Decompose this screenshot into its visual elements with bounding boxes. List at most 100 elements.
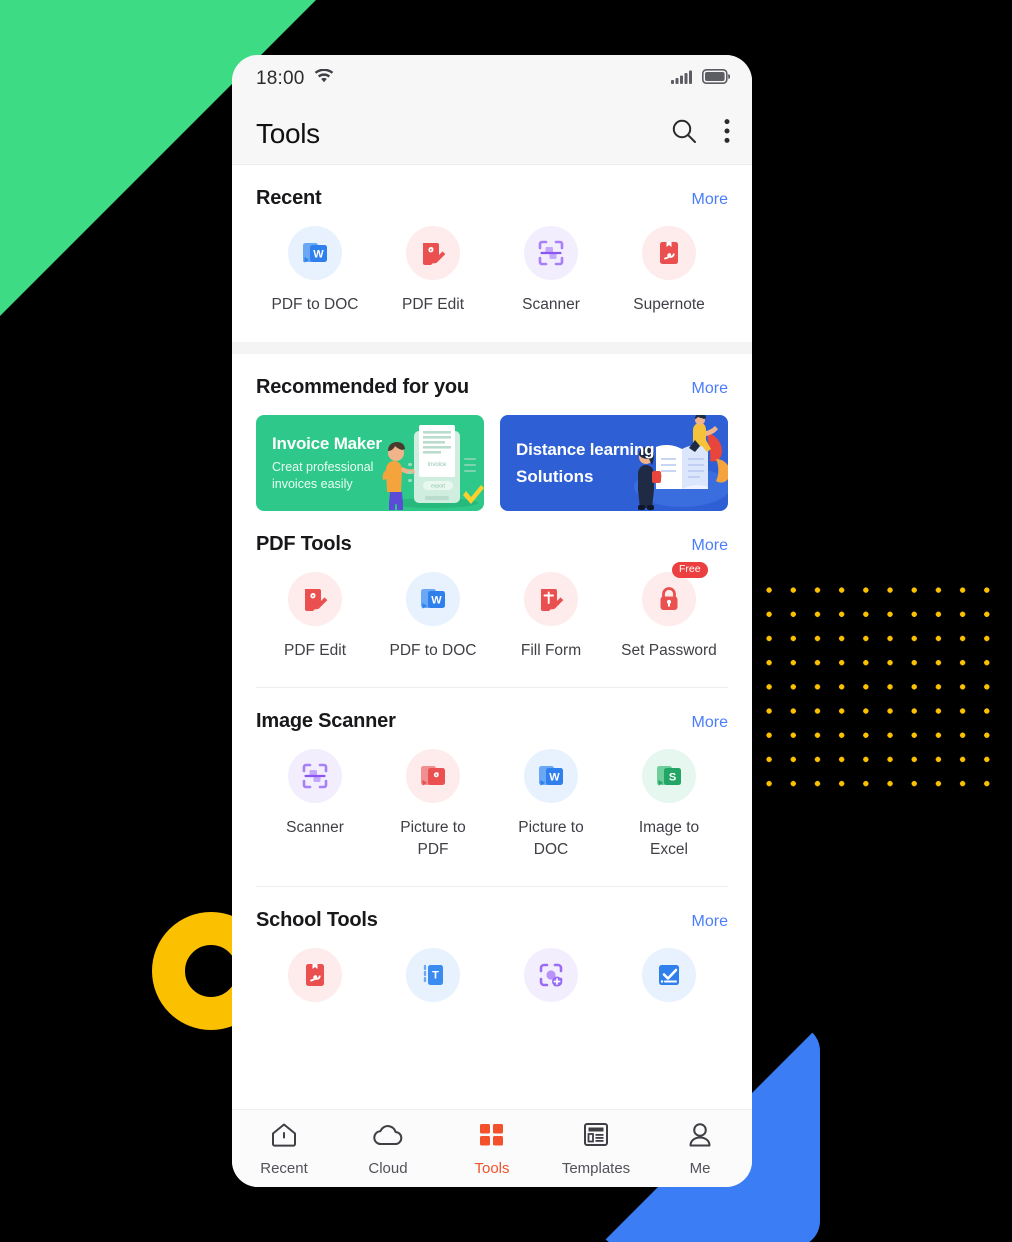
scanner-icon: [288, 748, 342, 803]
text-recognition-icon: T: [406, 947, 460, 1002]
page-title: Tools: [256, 117, 320, 149]
svg-text:W: W: [313, 248, 324, 260]
phone-mockup: 18:00 Tools Recent More W PDF to DOC PDF…: [232, 55, 752, 1187]
supernote-icon: [642, 226, 696, 280]
section-recommended: Recommended for you More Invoice Maker C…: [232, 354, 752, 512]
nav-item-label: Templates: [561, 1159, 631, 1177]
tools-scroll-area[interactable]: Recent More W PDF to DOC PDF Edit Scanne…: [232, 165, 752, 1109]
pdf-to-doc-icon: W: [406, 572, 460, 627]
pdf-to-doc-icon: W: [288, 226, 342, 280]
tool-tile-pdf-to-doc[interactable]: W PDF to DOC: [374, 572, 492, 662]
svg-text:W: W: [549, 771, 560, 783]
nav-item-label: Tools: [474, 1159, 510, 1177]
section-pdf-tools: PDF Tools More PDF Edit W PDF to DOC Fil…: [232, 511, 752, 662]
tool-tile-label: Scanner: [522, 296, 580, 313]
grid-icon: [478, 1121, 506, 1153]
person-icon: [686, 1121, 714, 1153]
banner-subtitle: Creat professional invoices easily: [272, 460, 374, 491]
status-bar: 18:00: [232, 55, 752, 103]
image-to-excel-icon: S: [642, 748, 696, 803]
section-separator-band: [232, 342, 752, 355]
tool-tile-supernote[interactable]: [256, 947, 374, 1016]
section-title: Recommended for you: [256, 376, 469, 399]
yellow-dot-grid-decoration: [757, 578, 1002, 788]
more-link-image-scanner[interactable]: More: [692, 714, 728, 732]
fill-form-icon: [524, 572, 578, 627]
tool-tile-scanner[interactable]: Scanner: [256, 748, 374, 862]
tile-grid-image-scanner: Scanner Picture to PDF W Picture to DOC …: [256, 748, 728, 862]
tool-tile-label: Picture to PDF: [400, 818, 466, 859]
banner-distance-learning[interactable]: Distance learning Solutions: [500, 415, 728, 512]
banner-title: Distance learning: [516, 439, 655, 459]
section-header-school-tools: School Tools More: [256, 887, 728, 932]
lock-icon: Free: [642, 562, 708, 627]
tool-tile-label: PDF to DOC: [389, 642, 477, 660]
section-school-tools: School Tools More T: [232, 887, 752, 1016]
tool-tile-scan-translate[interactable]: [492, 947, 610, 1016]
tool-tile-label: PDF Edit: [401, 296, 464, 313]
templates-icon: [581, 1121, 611, 1153]
pdf-edit-icon: [406, 226, 460, 280]
tool-tile-label: Set Password: [621, 642, 717, 660]
banner-row: Invoice Maker Creat professional invoice…: [256, 415, 728, 512]
scanner-icon: [524, 226, 578, 280]
banner-title-secondary: Solutions: [516, 466, 594, 486]
section-title: Image Scanner: [256, 709, 396, 732]
status-time: 18:00: [256, 68, 305, 89]
tool-tile-scanner[interactable]: Scanner: [492, 226, 610, 316]
tool-tile-pdf-edit[interactable]: PDF Edit: [374, 226, 492, 316]
section-header-recommended: Recommended for you More: [256, 354, 728, 399]
svg-text:T: T: [432, 969, 439, 981]
section-header-recent: Recent More: [256, 165, 728, 210]
nav-item-me[interactable]: Me: [648, 1121, 752, 1177]
tool-tile-pdf-edit[interactable]: PDF Edit: [256, 572, 374, 662]
tool-tile-image-to-excel[interactable]: S Image to Excel: [610, 748, 728, 862]
search-icon[interactable]: [670, 117, 698, 150]
svg-text:W: W: [431, 595, 442, 607]
nav-item-tools[interactable]: Tools: [440, 1121, 544, 1177]
section-image-scanner: Image Scanner More Scanner Picture to PD…: [232, 688, 752, 862]
more-link-school-tools[interactable]: More: [692, 913, 728, 931]
tool-tile-picture-to-doc[interactable]: W Picture to DOC: [492, 748, 610, 862]
more-link-pdf-tools[interactable]: More: [692, 537, 728, 555]
distance-learning-illustration: [612, 415, 728, 511]
more-link-recent[interactable]: More: [692, 191, 728, 209]
picture-to-pdf-icon: [406, 748, 460, 803]
bottom-navigation: Recent Cloud Tools Templates Me: [232, 1109, 752, 1187]
more-link-recommended[interactable]: More: [692, 380, 728, 398]
nav-item-label: Recent: [260, 1159, 308, 1177]
tool-tile-text-recognition[interactable]: T: [374, 947, 492, 1016]
nav-item-recent[interactable]: Recent: [232, 1121, 336, 1177]
nav-item-cloud[interactable]: Cloud: [336, 1121, 440, 1177]
tool-tile-pdf-to-doc[interactable]: W PDF to DOC: [256, 226, 374, 316]
tool-tile-label: Fill Form: [520, 642, 582, 660]
section-header-image-scanner: Image Scanner More: [256, 688, 728, 733]
status-badge: Free: [672, 562, 708, 578]
nav-item-templates[interactable]: Templates: [544, 1121, 648, 1177]
section-title: School Tools: [256, 908, 378, 931]
tool-tile-supernote[interactable]: Supernote: [610, 226, 728, 316]
tile-grid-school-tools: T: [256, 947, 728, 1016]
tool-tile-label: PDF to DOC: [271, 296, 359, 313]
nav-item-label: Cloud: [368, 1159, 408, 1177]
banner-title: Invoice Maker: [272, 434, 382, 454]
tool-tile-set-password[interactable]: Free Set Password: [610, 562, 728, 662]
app-bar: Tools: [232, 103, 752, 165]
tool-tile-fill-form[interactable]: Fill Form: [492, 572, 610, 662]
tool-tile-label: Image to Excel: [638, 818, 700, 859]
more-vertical-icon[interactable]: [724, 118, 730, 149]
tool-tile-label: Picture to DOC: [518, 818, 584, 859]
tool-tile-label: Supernote: [633, 296, 705, 313]
wifi-icon: [314, 68, 334, 89]
cloud-icon: [372, 1121, 404, 1153]
battery-icon: [702, 69, 731, 89]
tile-grid-pdf-tools: PDF Edit W PDF to DOC Fill Form Free Set…: [256, 562, 728, 662]
tool-tile-label: PDF Edit: [283, 642, 346, 660]
tool-tile-label: Scanner: [286, 818, 344, 836]
nav-item-label: Me: [689, 1159, 711, 1177]
tool-tile-checklist-doc[interactable]: [610, 947, 728, 1016]
banner-invoice-maker[interactable]: Invoice Maker Creat professional invoice…: [256, 415, 484, 512]
section-title: PDF Tools: [256, 533, 352, 556]
tool-tile-picture-to-pdf[interactable]: Picture to PDF: [374, 748, 492, 862]
scan-translate-icon: [524, 947, 578, 1002]
